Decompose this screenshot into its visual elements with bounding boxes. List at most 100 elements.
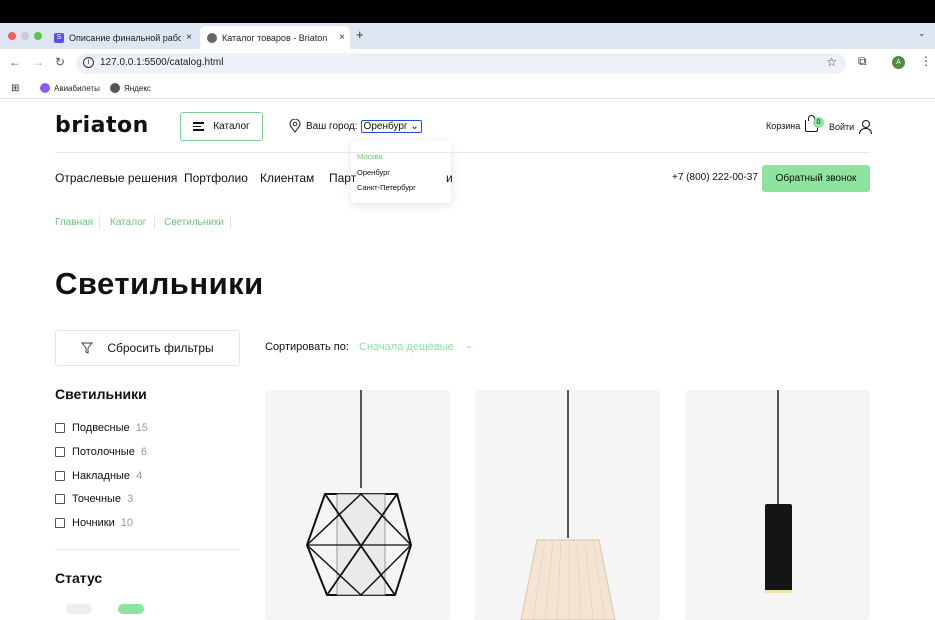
browser-tab-description[interactable]: S Описание финальной работы × bbox=[47, 26, 197, 49]
url-text[interactable]: 127.0.0.1:5500/catalog.html bbox=[100, 57, 223, 68]
globe-icon bbox=[207, 32, 217, 43]
browser-tab-catalog[interactable]: Каталог товаров - Briaton × bbox=[200, 26, 350, 49]
tab-title: Каталог товаров - Briaton bbox=[222, 32, 328, 43]
city-option-spb[interactable]: Санкт-Петербург bbox=[357, 183, 445, 199]
product-card-2[interactable] bbox=[475, 390, 660, 620]
burger-menu-icon bbox=[193, 120, 205, 133]
filter-section-title: Светильники bbox=[55, 386, 147, 402]
browser-menu-icon[interactable]: ⋮ bbox=[920, 54, 932, 68]
window-maximize-dot[interactable] bbox=[34, 32, 42, 40]
catalog-button-label: Каталог bbox=[213, 121, 250, 132]
city-option-orenburg[interactable]: Оренбург bbox=[357, 168, 445, 184]
status-section-title: Статус bbox=[55, 570, 103, 586]
filter-count: 4 bbox=[136, 470, 143, 482]
checkbox[interactable] bbox=[55, 447, 65, 457]
product-card-1[interactable] bbox=[265, 390, 450, 620]
tab-favicon-icon: S bbox=[54, 32, 64, 43]
city-dropdown: Москва Оренбург Санкт-Петербург bbox=[351, 141, 451, 203]
city-select[interactable]: Оренбург ⌄ bbox=[360, 119, 422, 133]
city-label: Ваш город: bbox=[306, 120, 358, 132]
window-minimize-dot[interactable] bbox=[21, 32, 29, 40]
breadcrumb-divider bbox=[154, 215, 155, 229]
back-arrow-icon[interactable]: ← bbox=[9, 55, 21, 69]
sort-select[interactable]: Сначала дешёвые bbox=[359, 341, 454, 353]
nav-item-partners[interactable]: Парт bbox=[329, 171, 356, 185]
tab-close-icon[interactable]: × bbox=[181, 32, 197, 43]
cart-link[interactable]: Корзина bbox=[766, 115, 819, 132]
checkbox[interactable] bbox=[55, 471, 65, 481]
site-logo[interactable]: briaton bbox=[55, 113, 149, 138]
header-divider bbox=[55, 152, 870, 153]
cart-label: Корзина bbox=[766, 121, 801, 131]
breadcrumb-home[interactable]: Главная bbox=[55, 217, 93, 228]
filter-item-spot[interactable]: Точечные 3 bbox=[55, 493, 133, 505]
filter-label: Ночники bbox=[72, 517, 115, 529]
city-select-value: Оренбург bbox=[363, 120, 408, 132]
browser-toolbar: ← → ↻ i 127.0.0.1:5500/catalog.html ☆ bbox=[0, 49, 935, 78]
cart-count-badge: 0 bbox=[813, 117, 824, 128]
city-option-moscow[interactable]: Москва bbox=[357, 152, 445, 168]
filter-label: Накладные bbox=[72, 470, 131, 482]
site-info-icon[interactable]: i bbox=[83, 57, 94, 68]
reset-filters-label: Сбросить фильтры bbox=[107, 341, 214, 355]
chevron-down-icon: ⌄ bbox=[410, 120, 419, 132]
filter-count: 3 bbox=[127, 493, 134, 505]
chevron-down-icon[interactable]: ⌄ bbox=[465, 340, 473, 351]
bookmarks-bar: ⊞ Авиабилеты Яндекс bbox=[0, 78, 935, 99]
nav-item-industry[interactable]: Отраслевые решения bbox=[55, 171, 177, 185]
page-title: Светильники bbox=[55, 266, 264, 301]
breadcrumb-divider bbox=[230, 215, 231, 229]
filter-count: 10 bbox=[120, 517, 133, 529]
reload-icon[interactable]: ↻ bbox=[55, 55, 65, 69]
filter-label: Подвесные bbox=[72, 422, 130, 434]
apps-grid-icon[interactable]: ⊞ bbox=[11, 83, 19, 94]
status-toggle-off[interactable] bbox=[66, 604, 92, 614]
filter-label: Точечные bbox=[72, 493, 122, 505]
login-label: Войти bbox=[829, 121, 855, 132]
tab-close-icon[interactable]: × bbox=[334, 32, 350, 43]
checkbox[interactable] bbox=[55, 423, 65, 433]
city-selector: Ваш город: Оренбург ⌄ bbox=[289, 119, 422, 133]
tab-search-chevron-icon[interactable]: ⌄ bbox=[918, 28, 926, 39]
breadcrumb-current[interactable]: Светильники bbox=[164, 217, 224, 228]
browser-tab-strip: S Описание финальной работы × Каталог то… bbox=[0, 23, 935, 49]
reset-filters-button[interactable]: Сбросить фильтры bbox=[55, 330, 240, 366]
bookmark-label: Авиабилеты bbox=[54, 83, 100, 93]
aviasales-icon bbox=[40, 83, 50, 93]
filter-item-pendant[interactable]: Подвесные 15 bbox=[55, 422, 148, 434]
catalog-button[interactable]: Каталог bbox=[180, 112, 263, 141]
filter-item-ceiling[interactable]: Потолочные 6 bbox=[55, 446, 147, 458]
nav-item-clients[interactable]: Клиентам bbox=[260, 171, 314, 185]
extensions-puzzle-icon[interactable]: ⧉ bbox=[858, 54, 867, 69]
checkbox[interactable] bbox=[55, 494, 65, 504]
bookmark-label: Яндекс bbox=[124, 83, 151, 93]
new-tab-button[interactable]: + bbox=[356, 27, 364, 42]
nav-item-contacts[interactable]: и bbox=[446, 171, 453, 185]
product-image-tube-lamp bbox=[765, 390, 792, 593]
window-close-dot[interactable] bbox=[8, 32, 16, 40]
address-bar[interactable]: i 127.0.0.1:5500/catalog.html ☆ bbox=[76, 53, 846, 74]
profile-avatar[interactable]: A bbox=[892, 56, 905, 69]
status-toggle-on[interactable] bbox=[118, 604, 144, 614]
bookmark-yandex[interactable]: Яндекс bbox=[110, 83, 151, 93]
callback-button[interactable]: Обратный звонок bbox=[762, 165, 870, 192]
bookmark-aviabilety[interactable]: Авиабилеты bbox=[40, 83, 100, 93]
filter-funnel-icon bbox=[81, 342, 94, 354]
breadcrumb-catalog[interactable]: Каталог bbox=[110, 217, 146, 228]
location-pin-icon bbox=[289, 119, 301, 133]
forward-arrow-icon[interactable]: → bbox=[32, 55, 44, 69]
breadcrumb-divider bbox=[99, 215, 100, 229]
bookmark-star-icon[interactable]: ☆ bbox=[826, 55, 837, 69]
nav-item-portfolio[interactable]: Портфолио bbox=[184, 171, 248, 185]
product-card-3[interactable] bbox=[685, 390, 870, 620]
checkbox[interactable] bbox=[55, 518, 65, 528]
login-link[interactable]: Войти bbox=[829, 120, 873, 134]
globe-icon bbox=[110, 83, 120, 93]
filter-item-surface[interactable]: Накладные 4 bbox=[55, 470, 142, 482]
user-icon bbox=[859, 120, 873, 134]
tab-title: Описание финальной работы bbox=[69, 32, 181, 43]
product-image-cage-lamp bbox=[305, 390, 413, 596]
phone-number[interactable]: +7 (800) 222-00-37 bbox=[672, 172, 758, 183]
filter-count: 15 bbox=[135, 422, 148, 434]
filter-item-nightlight[interactable]: Ночники 10 bbox=[55, 517, 133, 529]
